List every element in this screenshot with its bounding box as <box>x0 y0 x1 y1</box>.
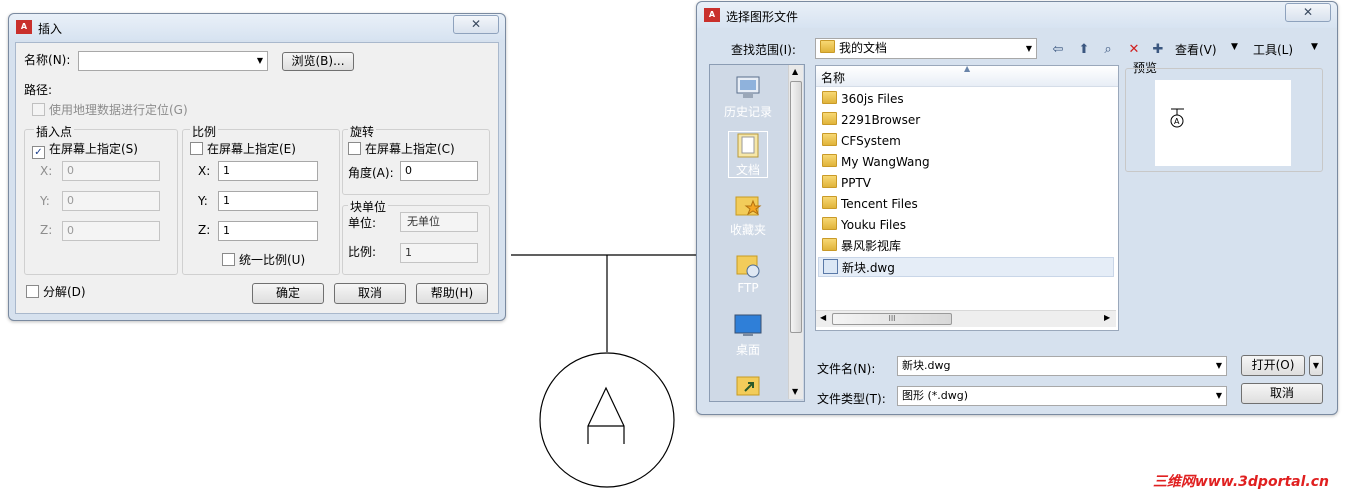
views-menu[interactable]: 查看(V) <box>1175 41 1217 58</box>
list-item[interactable]: PPTV <box>822 173 871 193</box>
sort-ascending-icon: ▲ <box>964 64 971 73</box>
sidebar-scroll-thumb[interactable] <box>790 81 802 333</box>
file-dialog: A 选择图形文件 ✕ 查找范围(I): 我的文档 ▼ ⇦ ⬆ ⌕ ✕ ✚ 查看(… <box>696 1 1338 415</box>
scroll-left-icon[interactable]: ◀ <box>820 313 826 322</box>
list-item[interactable]: Tencent Files <box>822 194 918 214</box>
list-item[interactable]: 暴风影视库 <box>822 236 901 256</box>
places-sidebar: 历史记录 文档 收藏夹 FTP 桌面 ▲ ▼ <box>709 64 805 402</box>
search-web-icon[interactable]: ⌕ <box>1099 42 1117 58</box>
hscroll-thumb[interactable]: III <box>832 313 952 325</box>
symbol-circle <box>539 352 675 488</box>
desktop-icon <box>734 314 762 336</box>
place-favorites[interactable]: 收藏夹 <box>710 191 786 238</box>
filetype-label: 文件类型(T): <box>817 392 886 406</box>
folder-arrow-icon <box>736 376 760 396</box>
back-icon[interactable]: ⇦ <box>1049 42 1067 58</box>
scroll-right-icon[interactable]: ▶ <box>1104 313 1110 322</box>
folder-icon <box>822 238 837 251</box>
list-item[interactable]: My WangWang <box>822 152 930 172</box>
ftp-icon <box>736 255 760 278</box>
list-item[interactable]: 360js Files <box>822 89 904 109</box>
list-item[interactable]: CFSystem <box>822 131 901 151</box>
delete-icon[interactable]: ✕ <box>1125 42 1143 58</box>
file-list: 名称 ▲ 360js Files 2291Browser CFSystem My… <box>815 64 1119 331</box>
filename-combo[interactable]: 新块.dwg ▼ <box>897 356 1227 376</box>
watermark: 三维网www.3dportal.cn <box>1152 474 1329 490</box>
folder-icon <box>822 217 837 230</box>
column-header-name[interactable]: 名称 ▲ <box>816 64 1118 87</box>
place-documents[interactable]: 文档 <box>728 131 768 178</box>
folder-icon <box>822 133 837 146</box>
open-dropdown-button[interactable]: ▼ <box>1309 355 1323 376</box>
preview-pane: A <box>1155 80 1291 166</box>
folder-icon <box>822 196 837 209</box>
sidebar-scrollbar[interactable]: ▲ ▼ <box>788 65 803 399</box>
documents-icon <box>737 133 759 158</box>
close-button[interactable]: ✕ <box>1285 3 1331 22</box>
autocad-logo-icon: A <box>704 8 720 22</box>
file-dialog-titlebar[interactable]: A 选择图形文件 ✕ <box>697 2 1337 28</box>
up-folder-icon[interactable]: ⬆ <box>1075 42 1093 58</box>
column-header-label: 名称 <box>821 71 846 85</box>
file-list-hscrollbar[interactable]: ◀ III ▶ <box>816 310 1116 327</box>
place-history[interactable]: 历史记录 <box>710 73 786 120</box>
chevron-down-icon: ▼ <box>1215 361 1222 370</box>
new-folder-icon[interactable]: ✚ <box>1149 42 1167 58</box>
list-item[interactable]: 2291Browser <box>822 110 920 130</box>
favorites-icon <box>735 196 762 216</box>
chevron-down-icon: ▼ <box>1025 44 1032 53</box>
place-desktop[interactable]: 桌面 <box>710 311 786 358</box>
scroll-up-icon[interactable]: ▲ <box>792 67 798 76</box>
symbol-letter-a <box>587 386 625 444</box>
lookin-combo[interactable]: 我的文档 ▼ <box>815 38 1037 59</box>
dwg-file-icon <box>823 259 838 274</box>
tools-chevron-down-icon[interactable]: ▼ <box>1311 42 1318 52</box>
preview-thumbnail: A <box>1170 108 1184 128</box>
list-item-selected[interactable]: 新块.dwg <box>818 257 1114 277</box>
place-ftp[interactable]: FTP <box>710 251 786 295</box>
folder-icon <box>822 91 837 104</box>
chevron-down-icon: ▼ <box>1215 391 1222 400</box>
scroll-down-icon[interactable]: ▼ <box>792 387 798 396</box>
place-more[interactable] <box>710 371 786 401</box>
lookin-label: 查找范围(I): <box>731 43 796 57</box>
filename-label: 文件名(N): <box>817 362 876 376</box>
history-icon <box>736 76 760 98</box>
open-button[interactable]: 打开(O) <box>1241 355 1305 376</box>
cancel-button[interactable]: 取消 <box>1241 383 1323 404</box>
filetype-combo[interactable]: 图形 (*.dwg) ▼ <box>897 386 1227 406</box>
folder-icon <box>822 154 837 167</box>
folder-icon <box>822 112 837 125</box>
list-item[interactable]: Youku Files <box>822 215 906 235</box>
tools-menu[interactable]: 工具(L) <box>1253 41 1293 58</box>
views-chevron-down-icon[interactable]: ▼ <box>1231 42 1238 52</box>
folder-icon <box>822 175 837 188</box>
preview-letter: A <box>1174 117 1180 126</box>
folder-icon <box>820 40 835 53</box>
file-dialog-title: 选择图形文件 <box>726 10 799 24</box>
